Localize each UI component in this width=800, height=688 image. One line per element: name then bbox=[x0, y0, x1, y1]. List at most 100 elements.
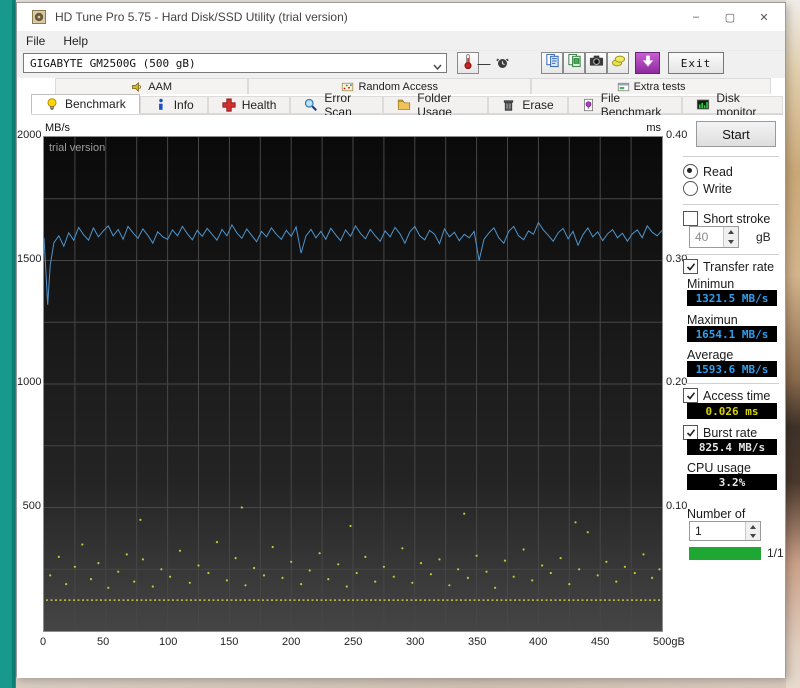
access-time-dot bbox=[300, 583, 303, 586]
access-time-dot bbox=[623, 565, 627, 568]
maximum-value: 1654.1 MB/s bbox=[687, 326, 777, 342]
transfer-rate-checkbox[interactable] bbox=[683, 259, 698, 274]
access-time-dot bbox=[133, 580, 136, 583]
health-icon bbox=[222, 98, 236, 112]
access-time-dot bbox=[139, 518, 142, 521]
temperature-button[interactable] bbox=[457, 52, 479, 74]
copy-text-button[interactable] bbox=[541, 52, 563, 74]
access-time-dot bbox=[262, 574, 266, 577]
tab-info[interactable]: Info bbox=[139, 96, 208, 114]
app-window: HD Tune Pro 5.75 - Hard Disk/SSD Utility… bbox=[16, 2, 786, 678]
tab-benchmark[interactable]: Benchmark bbox=[31, 94, 140, 114]
number-of-spinner[interactable]: 1 bbox=[689, 521, 761, 541]
cpu-usage-label: CPU usage bbox=[687, 461, 751, 475]
access-time-dot bbox=[485, 570, 488, 573]
access-time-dot bbox=[141, 558, 144, 561]
minimum-label: Minimun bbox=[687, 277, 735, 291]
access-time-dot bbox=[559, 557, 562, 560]
cpu-usage-value: 3.2% bbox=[687, 474, 777, 490]
access-time-dot bbox=[522, 548, 525, 551]
read-radio[interactable] bbox=[683, 164, 698, 179]
close-button[interactable]: ✕ bbox=[747, 3, 781, 31]
x-tick-label: 450 bbox=[591, 636, 610, 648]
drive-select-value: GIGABYTE GM2500G (500 gB) bbox=[30, 56, 196, 70]
access-time-dot bbox=[475, 554, 478, 557]
access-time-row[interactable]: Access time bbox=[683, 388, 770, 403]
title-bar: HD Tune Pro 5.75 - Hard Disk/SSD Utility… bbox=[17, 3, 785, 31]
x-tick-label: 300 bbox=[406, 636, 425, 648]
window-title: HD Tune Pro 5.75 - Hard Disk/SSD Utility… bbox=[55, 10, 348, 24]
screenshot-button[interactable] bbox=[585, 52, 607, 74]
burst-rate-checkbox[interactable] bbox=[683, 425, 698, 440]
access-time-dot bbox=[466, 576, 469, 579]
check-icon bbox=[686, 428, 695, 437]
download-button[interactable] bbox=[635, 52, 660, 74]
x-tick-label: 50 bbox=[97, 636, 110, 648]
access-time-dot bbox=[57, 555, 60, 558]
access-time-dot bbox=[411, 581, 414, 584]
menu-help[interactable]: Help bbox=[54, 31, 97, 50]
short-stroke-checkbox[interactable] bbox=[683, 211, 698, 226]
access-time-dot bbox=[337, 563, 340, 566]
tab-disk-monitor[interactable]: Disk monitor bbox=[682, 91, 783, 119]
access-time-dot bbox=[401, 547, 404, 550]
panel-divider bbox=[683, 383, 779, 384]
spinner-down-button[interactable] bbox=[724, 237, 738, 247]
burst-rate-value: 825.4 MB/s bbox=[687, 439, 777, 455]
write-radio-row[interactable]: Write bbox=[683, 181, 732, 196]
tab-label: Benchmark bbox=[65, 97, 126, 111]
window-controls: – ▢ ✕ bbox=[679, 3, 781, 31]
access-time-dot bbox=[73, 565, 76, 568]
spinner-down-button[interactable] bbox=[746, 531, 760, 540]
tab-label: Erase bbox=[522, 98, 554, 112]
access-time-dot bbox=[117, 570, 120, 573]
access-time-dot bbox=[541, 564, 544, 567]
start-button[interactable]: Start bbox=[696, 121, 776, 147]
spinner-up-button[interactable] bbox=[746, 522, 760, 531]
spinner-up-button[interactable] bbox=[724, 227, 738, 237]
access-time-dot bbox=[633, 571, 636, 575]
save-button[interactable] bbox=[607, 52, 629, 74]
short-stroke-row[interactable]: Short stroke bbox=[683, 211, 770, 226]
maximize-button[interactable]: ▢ bbox=[713, 3, 747, 31]
average-value: 1593.6 MB/s bbox=[687, 361, 777, 377]
minimize-button[interactable]: – bbox=[679, 3, 713, 31]
access-time-dot bbox=[605, 560, 608, 563]
tab-aam[interactable]: AAM bbox=[55, 78, 249, 94]
menu-file[interactable]: File bbox=[17, 31, 54, 50]
access-time-dot bbox=[225, 579, 228, 582]
copy-image-button[interactable] bbox=[563, 52, 585, 74]
tab-health[interactable]: Health bbox=[207, 96, 291, 114]
access-time-dot bbox=[151, 585, 154, 588]
y-left-tick-label: 500 bbox=[22, 500, 41, 512]
tab-label: Health bbox=[241, 98, 277, 112]
access-time-dot bbox=[392, 575, 395, 578]
desktop-background: HD Tune Pro 5.75 - Hard Disk/SSD Utility… bbox=[0, 0, 800, 688]
access-time-dot bbox=[374, 580, 377, 583]
access-time-dot bbox=[188, 581, 191, 584]
access-time-dot bbox=[419, 562, 423, 565]
access-time-dot bbox=[345, 585, 348, 588]
desktop-right-strip bbox=[786, 0, 800, 688]
tab-folder-usage[interactable]: Folder Usage bbox=[383, 91, 489, 119]
tab-error-scan[interactable]: Error Scan bbox=[290, 91, 384, 119]
exit-button[interactable]: Exit bbox=[668, 52, 724, 74]
transfer-rate-label: Transfer rate bbox=[703, 259, 775, 274]
x-tick-label: 150 bbox=[220, 636, 239, 648]
short-stroke-size-spinner[interactable]: 40 bbox=[689, 226, 739, 248]
transfer-rate-row[interactable]: Transfer rate bbox=[683, 259, 774, 274]
read-radio-row[interactable]: Read bbox=[683, 164, 733, 179]
tab-label: Info bbox=[173, 98, 194, 112]
burst-rate-row[interactable]: Burst rate bbox=[683, 425, 757, 440]
app-icon bbox=[31, 9, 47, 25]
drive-select-dropdown[interactable]: GIGABYTE GM2500G (500 gB) bbox=[23, 53, 447, 73]
desktop-bottom-strip bbox=[16, 677, 786, 688]
access-time-checkbox[interactable] bbox=[683, 388, 698, 403]
check-icon bbox=[686, 262, 695, 271]
tab-random-access[interactable]: Random Access bbox=[248, 78, 532, 94]
write-radio[interactable] bbox=[683, 181, 698, 196]
access-time-dot bbox=[327, 578, 330, 581]
tab-file-benchmark[interactable]: File Benchmark bbox=[567, 91, 683, 119]
tab-erase[interactable]: Erase bbox=[488, 96, 568, 114]
access-time-dot bbox=[244, 584, 247, 587]
